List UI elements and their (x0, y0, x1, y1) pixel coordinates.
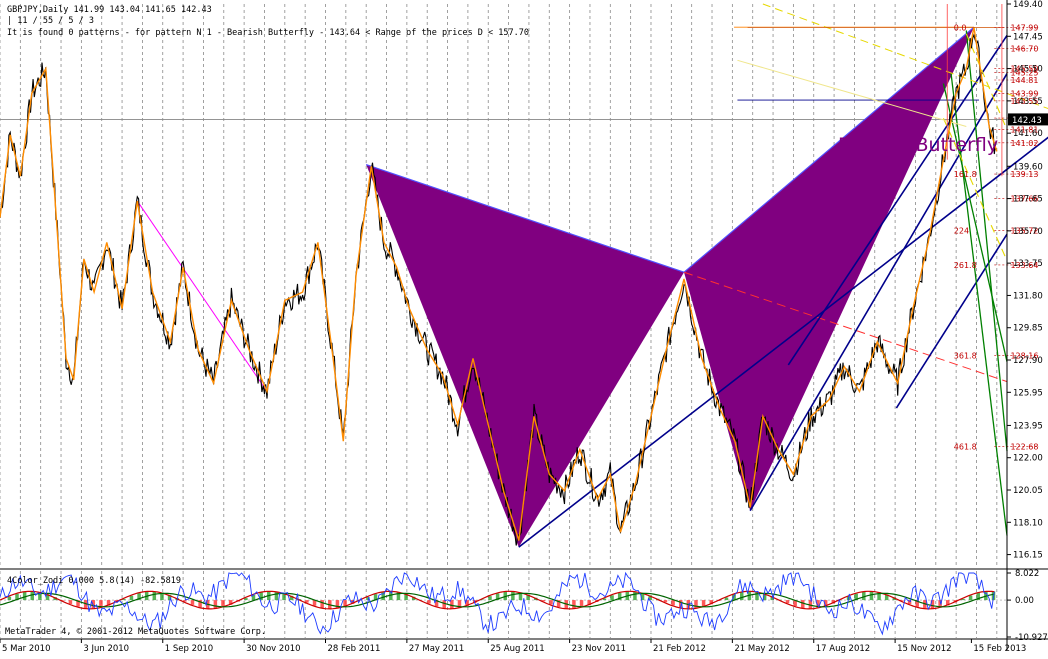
chart-header-ohlc: GBPJPY,Daily 141.99 143.04 141.65 142.43 (7, 5, 212, 15)
oscillator-bar (694, 600, 698, 608)
y-tick-label: 127.90 (1013, 356, 1043, 366)
x-tick-label: 21 May 2012 (734, 644, 789, 654)
x-tick-label: 5 Mar 2010 (2, 644, 50, 654)
oscillator-bar (671, 600, 675, 605)
fib-price-label: 146.70 (1010, 45, 1038, 54)
copyright-text: MetaTrader 4, © 2001-2012 MetaQuotes Sof… (5, 627, 266, 637)
fib-price-label: 122.68 (1010, 442, 1038, 451)
chart-header-params: | 11 / 55 / 5 / 3 (7, 16, 94, 26)
oscillator-bar (969, 596, 973, 600)
y-tick-label: 116.15 (1013, 551, 1043, 561)
oscillator-bar (740, 592, 744, 600)
oscillator-bar (214, 600, 218, 609)
x-tick-label: 17 Aug 2012 (816, 644, 870, 654)
oscillator-bar (191, 600, 195, 605)
y-tick-label: 147.45 (1013, 32, 1043, 42)
x-tick-label: 15 Feb 2013 (973, 644, 1026, 654)
y-tick-label: 149.40 (1013, 0, 1043, 10)
oscillator-bar (572, 600, 576, 609)
y-tick-label: 122.00 (1013, 454, 1043, 464)
x-tick-label: 1 Sep 2010 (165, 644, 213, 654)
y-tick-label: 120.05 (1013, 486, 1043, 496)
x-tick-label: 23 Nov 2011 (572, 644, 626, 654)
current-price-label: 142.43 (1012, 116, 1042, 126)
x-tick-label: 21 Feb 2012 (653, 644, 706, 654)
oscillator-bar (786, 600, 790, 603)
fib-ratio-label: 161.8 (954, 170, 977, 179)
oscillator-bar (336, 600, 340, 608)
price-chart[interactable]: 147.990.0146.70145.50145.25144.81143.991… (0, 0, 1048, 655)
oscillator-bar (801, 600, 805, 608)
oscillator-bar (153, 591, 157, 600)
oscillator-bar (450, 600, 454, 609)
oscillator-bar (549, 600, 553, 604)
x-tick-label: 27 May 2011 (409, 644, 464, 654)
y-tick-label: 141.60 (1013, 129, 1043, 139)
oscillator-bar (8, 597, 12, 600)
oscillator-bar (511, 591, 515, 600)
x-tick-label: 28 Feb 2011 (327, 644, 380, 654)
oscillator-bar (610, 595, 614, 600)
oscillator-bar (69, 600, 73, 604)
y-tick-label: 143.55 (1013, 97, 1043, 107)
y-tick-label: 137.65 (1013, 195, 1043, 205)
y-tick-label: 118.10 (1013, 518, 1043, 528)
chart-root[interactable]: 147.990.0146.70145.50145.25144.81143.991… (0, 0, 1048, 655)
fib-ratio-label: 261.8 (954, 261, 977, 270)
indicator-title: 4Color_Zodi 0.000 5.8(14) -82.5819 (7, 576, 181, 586)
x-tick-label: 25 Aug 2011 (490, 644, 544, 654)
fib-price-label: 147.99 (1010, 23, 1038, 32)
oscillator-bar (633, 592, 637, 601)
y-tick-label: 131.80 (1013, 291, 1043, 301)
oscillator-bar (870, 591, 874, 600)
pattern-label: Bearish Butterfly (838, 134, 998, 156)
fib-price-label: 144.81 (1010, 76, 1038, 85)
indicator-y-label: -10.927 (1015, 633, 1048, 643)
y-tick-label: 125.95 (1013, 388, 1043, 398)
fib-ratio-label: 361.8 (954, 352, 977, 361)
oscillator-bar (427, 600, 431, 603)
y-tick-label: 123.95 (1013, 421, 1043, 431)
oscillator-bar (130, 596, 134, 600)
y-tick-label: 145.50 (1013, 65, 1043, 75)
oscillator-bar (488, 596, 492, 600)
oscillator-bar (275, 592, 279, 600)
fib-ratio-label: 224 (954, 227, 969, 236)
y-tick-label: 135.70 (1013, 227, 1043, 237)
oscillator-bar (320, 600, 324, 608)
indicator-y-label: 0.00 (1015, 596, 1034, 606)
indicator-y-label: 8.022 (1015, 569, 1039, 579)
fib-price-label: 141.02 (1010, 139, 1038, 148)
x-tick-label: 15 Nov 2012 (897, 644, 951, 654)
y-tick-label: 133.75 (1013, 259, 1043, 269)
x-tick-label: 3 Jun 2010 (83, 644, 129, 654)
y-tick-label: 129.85 (1013, 324, 1043, 334)
fib-ratio-label: 0.0 (954, 23, 967, 32)
chart-header-pattern-info: It is found 0 patterns - for pattern N 1… (7, 28, 529, 38)
x-tick-label: 30 Nov 2010 (246, 644, 300, 654)
y-tick-label: 139.60 (1013, 162, 1043, 172)
fib-ratio-label: 461.8 (954, 442, 977, 451)
